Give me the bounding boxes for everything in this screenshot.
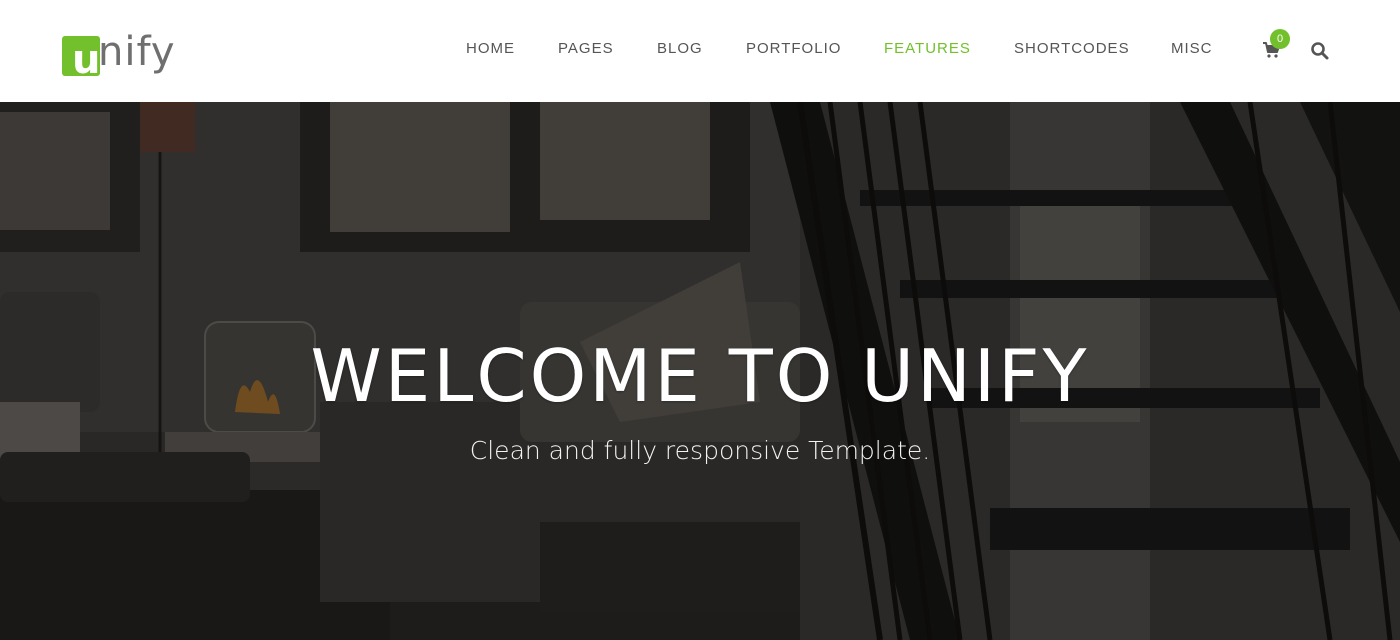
hero-banner: WELCOME TO UNIFY Clean and fully respons… (0, 102, 1400, 640)
nav-item-blog[interactable]: BLOG (657, 40, 703, 57)
hero-title: WELCOME TO UNIFY (310, 334, 1090, 418)
nav-item-misc[interactable]: MISC (1171, 40, 1213, 57)
nav-item-pages[interactable]: PAGES (558, 40, 614, 57)
main-navigation: HOME PAGES BLOG PORTFOLIO FEATURES SHORT… (0, 0, 1400, 102)
nav-item-features[interactable]: FEATURES (884, 40, 971, 57)
hero-subtitle: Clean and fully responsive Template. (469, 436, 931, 465)
cart-count-badge: 0 (1270, 29, 1290, 49)
nav-item-shortcodes[interactable]: SHORTCODES (1014, 40, 1130, 57)
site-header: u nify HOME PAGES BLOG PORTFOLIO FEATURE… (0, 0, 1400, 102)
nav-item-home[interactable]: HOME (466, 40, 515, 57)
nav-item-portfolio[interactable]: PORTFOLIO (746, 40, 841, 57)
search-icon[interactable] (1310, 41, 1330, 61)
